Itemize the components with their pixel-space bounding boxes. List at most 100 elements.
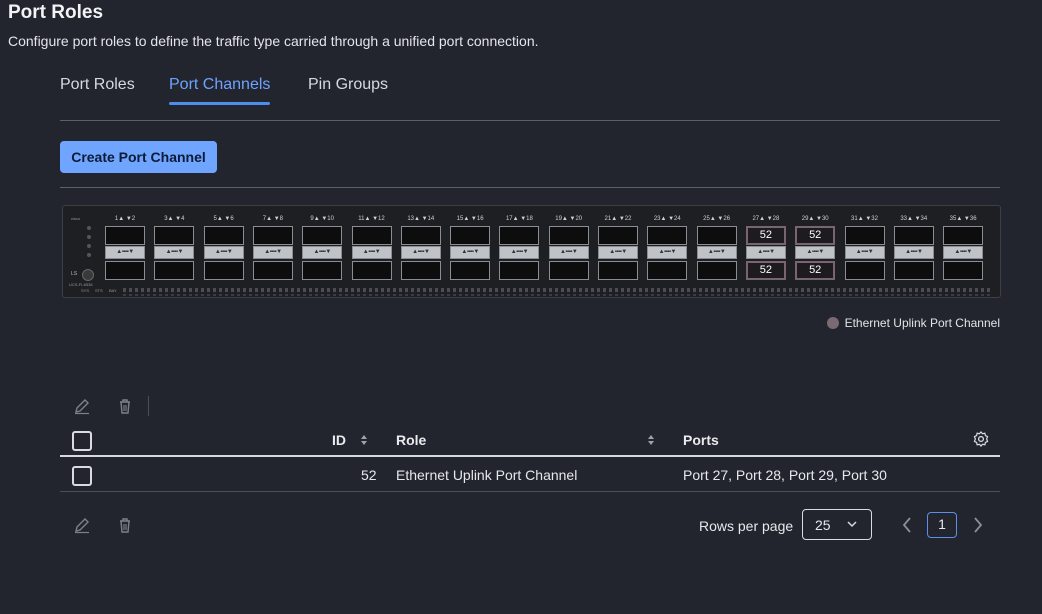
status-led (87, 253, 91, 257)
settings-gear-icon[interactable] (972, 430, 990, 448)
delete-icon[interactable] (116, 516, 134, 534)
port-pair-label: 25▲ ▼26 (703, 216, 731, 222)
active-tab-indicator (169, 102, 271, 105)
port-status-strip: ▲▪▪▪▪▼ (795, 246, 836, 259)
port-bottom[interactable] (696, 261, 737, 280)
toolbar-separator (148, 396, 149, 416)
port-pair-label: 23▲ ▼24 (653, 216, 681, 222)
port-top[interactable] (893, 226, 934, 245)
sort-icon[interactable] (360, 434, 368, 446)
port-top[interactable] (943, 226, 984, 245)
led-label: BAY (109, 288, 117, 293)
port-bottom[interactable]: 52 (795, 261, 836, 280)
delete-icon[interactable] (116, 397, 134, 415)
tab-port-channels[interactable]: Port Channels (169, 76, 271, 105)
select-all-checkbox[interactable] (72, 431, 92, 451)
cisco-logo: cisco (71, 216, 81, 221)
port-top[interactable] (154, 226, 195, 245)
column-header-role[interactable]: Role (396, 432, 426, 448)
chevron-down-icon (847, 521, 857, 528)
port-bottom[interactable] (203, 261, 244, 280)
port-bottom[interactable] (943, 261, 984, 280)
rows-per-page-select[interactable]: 25 (802, 509, 872, 540)
port-pair: 33▲ ▼34 ▲▪▪▪▪▼ (893, 216, 934, 282)
port-status-strip: ▲▪▪▪▪▼ (598, 246, 638, 259)
port-status-strip: ▲▪▪▪▪▼ (351, 246, 392, 259)
table-header-line (60, 455, 1000, 457)
port-pair: 7▲ ▼8 ▲▪▪▪▪▼ (252, 216, 293, 282)
port-bottom[interactable] (598, 261, 638, 280)
port-pair-label: 7▲ ▼8 (262, 216, 283, 222)
port-status-strip: ▲▪▪▪▪▼ (400, 246, 441, 259)
port-top[interactable] (844, 226, 885, 245)
port-bottom[interactable] (400, 261, 441, 280)
port-bottom[interactable] (302, 261, 343, 280)
table-row-line (60, 491, 1000, 492)
port-pair-label: 15▲ ▼16 (456, 216, 484, 222)
port-top[interactable] (647, 226, 688, 245)
previous-page-icon[interactable] (901, 516, 913, 534)
port-top[interactable] (105, 226, 145, 245)
port-pair-label: 29▲ ▼30 (801, 216, 829, 222)
port-status-strip: ▲▪▪▪▪▼ (548, 246, 589, 259)
tab-port-roles[interactable]: Port Roles (60, 76, 135, 94)
port-bottom[interactable] (351, 261, 392, 280)
port-top[interactable] (400, 226, 441, 245)
port-pair-label: 17▲ ▼18 (505, 216, 533, 222)
legend-label: Ethernet Uplink Port Channel (844, 316, 1000, 330)
locator-button (82, 269, 94, 281)
port-status-strip: ▲▪▪▪▪▼ (647, 246, 688, 259)
port-pair: 23▲ ▼24 ▲▪▪▪▪▼ (647, 216, 688, 282)
port-top[interactable] (203, 226, 244, 245)
port-pair-label: 11▲ ▼12 (358, 216, 385, 222)
rows-per-page-label: Rows per page (699, 518, 794, 534)
tabs-divider (60, 120, 1000, 121)
column-header-ports[interactable]: Ports (683, 432, 719, 448)
port-status-strip: ▲▪▪▪▪▼ (745, 246, 786, 259)
port-top[interactable] (696, 226, 737, 245)
port-top[interactable] (351, 226, 392, 245)
port-top[interactable] (598, 226, 638, 245)
next-page-icon[interactable] (972, 516, 984, 534)
port-bottom[interactable] (154, 261, 195, 280)
port-top[interactable]: 52 (745, 226, 786, 245)
port-top[interactable] (252, 226, 293, 245)
port-status-strip: ▲▪▪▪▪▼ (203, 246, 244, 259)
port-pair-label: 19▲ ▼20 (555, 216, 583, 222)
edit-icon[interactable] (73, 516, 91, 534)
tab-pin-groups[interactable]: Pin Groups (308, 76, 388, 94)
port-bottom[interactable] (499, 261, 540, 280)
port-bottom[interactable] (893, 261, 934, 280)
row-checkbox[interactable] (72, 466, 92, 486)
switch-status-panel: cisco LS (67, 214, 97, 284)
sort-icon[interactable] (647, 434, 655, 446)
port-pair: 21▲ ▼22 ▲▪▪▪▪▼ (598, 216, 638, 282)
port-top[interactable] (499, 226, 540, 245)
port-pair-label: 31▲ ▼32 (851, 216, 878, 222)
port-top[interactable] (548, 226, 589, 245)
port-top[interactable] (302, 226, 343, 245)
port-status-strip: ▲▪▪▪▪▼ (252, 246, 293, 259)
port-bottom[interactable]: 52 (745, 261, 786, 280)
port-bottom[interactable] (450, 261, 491, 280)
current-page-button[interactable]: 1 (927, 512, 957, 538)
section-divider (60, 187, 1000, 188)
port-top[interactable]: 52 (795, 226, 836, 245)
port-top[interactable] (450, 226, 491, 245)
port-bottom[interactable] (548, 261, 589, 280)
column-header-id[interactable]: ID (332, 432, 346, 448)
port-pair: 31▲ ▼32 ▲▪▪▪▪▼ (844, 216, 885, 282)
port-bottom[interactable] (844, 261, 885, 280)
port-bottom[interactable] (105, 261, 145, 280)
port-pair: 5▲ ▼6 ▲▪▪▪▪▼ (203, 216, 244, 282)
port-bottom[interactable] (647, 261, 688, 280)
edit-icon[interactable] (73, 397, 91, 415)
port-bottom[interactable] (252, 261, 293, 280)
create-port-channel-button[interactable]: Create Port Channel (60, 141, 217, 173)
port-pair-label: 1▲ ▼2 (114, 216, 136, 222)
status-led (87, 235, 91, 239)
port-pair-label: 35▲ ▼36 (949, 216, 977, 222)
legend-swatch (826, 317, 839, 329)
port-pair: 35▲ ▼36 ▲▪▪▪▪▼ (943, 216, 984, 282)
rows-per-page-value: 25 (815, 517, 831, 533)
